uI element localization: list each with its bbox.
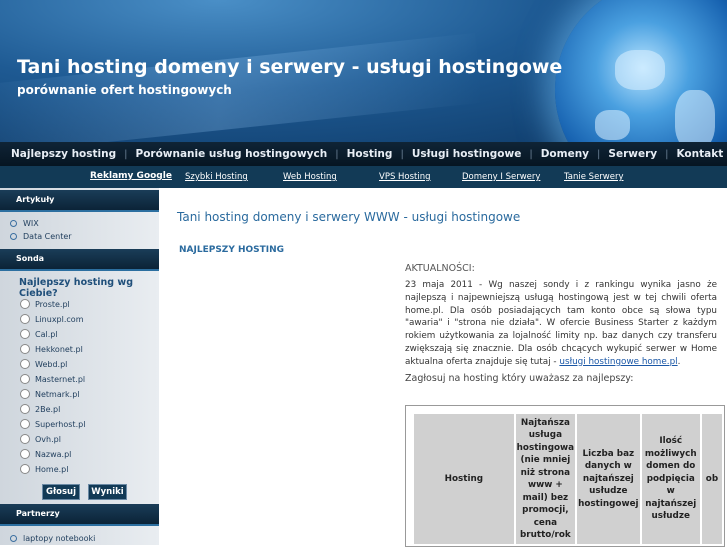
radio-button[interactable] bbox=[20, 359, 30, 369]
sub-nav: Reklamy Google Szybki Hosting Web Hostin… bbox=[0, 166, 727, 188]
nav-najlepszy-hosting[interactable]: Najlepszy hosting bbox=[11, 148, 116, 160]
nav-separator: | bbox=[335, 148, 339, 160]
poll-option[interactable]: Masternet.pl bbox=[20, 374, 85, 384]
nav-separator: | bbox=[400, 148, 404, 160]
radio-button[interactable] bbox=[20, 374, 30, 384]
table-header-domains: Ilość możliwych domen do podpięcia w naj… bbox=[641, 414, 700, 544]
subnav-domeny-i-serwery[interactable]: Domeny I Serwery bbox=[462, 172, 540, 182]
sidebar-header-label: Sonda bbox=[16, 254, 45, 263]
poll-option[interactable]: Webd.pl bbox=[20, 359, 67, 369]
nav-porownanie[interactable]: Porównanie usług hostingowych bbox=[136, 148, 328, 160]
comparison-table: Hosting Najtańsza usługa hostingowa (nie… bbox=[412, 412, 724, 546]
page-title: Tani hosting domeny i serwery WWW - usłu… bbox=[177, 210, 521, 224]
results-button[interactable]: Wyniki bbox=[88, 484, 127, 500]
news-heading: AKTUALNOŚCI: bbox=[405, 263, 475, 274]
nav-uslugi-hostingowe[interactable]: Usługi hostingowe bbox=[412, 148, 522, 160]
radio-button[interactable] bbox=[20, 299, 30, 309]
poll-option[interactable]: Superhost.pl bbox=[20, 419, 85, 429]
poll-question: Najlepszy hosting wg Ciebie? bbox=[19, 277, 133, 299]
subnav-vps-hosting[interactable]: VPS Hosting bbox=[379, 172, 431, 182]
radio-button[interactable] bbox=[20, 389, 30, 399]
comparison-table-frame: Hosting Najtańsza usługa hostingowa (nie… bbox=[405, 405, 725, 547]
sidebar-header-poll: Sonda bbox=[0, 249, 159, 271]
article-link-wix[interactable]: WIX bbox=[10, 219, 39, 228]
radio-button[interactable] bbox=[20, 464, 30, 474]
radio-button[interactable] bbox=[20, 419, 30, 429]
sidebar: Artykuły WIX Data Center Sonda Najlepszy… bbox=[0, 188, 159, 545]
sidebar-header-label: Partnerzy bbox=[16, 509, 60, 518]
globe-image bbox=[555, 0, 727, 142]
subnav-tanie-serwery[interactable]: Tanie Serwery bbox=[564, 172, 624, 182]
poll-option[interactable]: Cal.pl bbox=[20, 329, 58, 339]
nav-serwery[interactable]: Serwery bbox=[608, 148, 657, 160]
vote-button[interactable]: Głosuj bbox=[42, 484, 80, 500]
nav-separator: | bbox=[665, 148, 669, 160]
table-header-more: ob bbox=[701, 414, 722, 544]
radio-button[interactable] bbox=[20, 434, 30, 444]
poll-option[interactable]: Linuxpl.com bbox=[20, 314, 83, 324]
table-header-databases: Liczba baz danych w najtańszej usłudze h… bbox=[577, 414, 640, 544]
site-subtitle: porównanie ofert hostingowych bbox=[17, 83, 232, 97]
nav-kontakt[interactable]: Kontakt bbox=[676, 148, 723, 160]
nav-separator: | bbox=[124, 148, 128, 160]
radio-button[interactable] bbox=[20, 344, 30, 354]
section-title: NAJLEPSZY HOSTING bbox=[179, 245, 285, 255]
nav-separator: | bbox=[529, 148, 533, 160]
radio-button[interactable] bbox=[20, 404, 30, 414]
bullet-icon bbox=[10, 220, 17, 227]
subnav-web-hosting[interactable]: Web Hosting bbox=[283, 172, 337, 182]
main-nav: Najlepszy hosting | Porównanie usług host… bbox=[0, 142, 727, 166]
bullet-icon bbox=[10, 535, 17, 542]
poll-option[interactable]: Ovh.pl bbox=[20, 434, 61, 444]
poll-option[interactable]: Netmark.pl bbox=[20, 389, 80, 399]
poll-option[interactable]: Home.pl bbox=[20, 464, 68, 474]
poll-option[interactable]: Hekkonet.pl bbox=[20, 344, 83, 354]
sidebar-header-label: Artykuły bbox=[16, 195, 55, 204]
sidebar-header-partners: Partnerzy bbox=[0, 504, 159, 526]
sidebar-header-articles: Artykuły bbox=[0, 190, 159, 212]
news-text: 23 maja 2011 - Wg naszej sondy i z ranki… bbox=[405, 280, 717, 367]
poll-option[interactable]: 2Be.pl bbox=[20, 404, 60, 414]
partner-link-laptopy[interactable]: laptopy notebooki bbox=[10, 534, 95, 543]
header-banner: Tani hosting domeny i serwery - usługi h… bbox=[0, 0, 727, 142]
nav-domeny[interactable]: Domeny bbox=[541, 148, 589, 160]
site-title: Tani hosting domeny i serwery - usługi h… bbox=[17, 56, 563, 78]
article-link-data-center[interactable]: Data Center bbox=[10, 232, 72, 241]
bullet-icon bbox=[10, 233, 17, 240]
radio-button[interactable] bbox=[20, 449, 30, 459]
subnav-reklamy-google[interactable]: Reklamy Google bbox=[90, 171, 172, 181]
radio-button[interactable] bbox=[20, 314, 30, 324]
nav-hosting[interactable]: Hosting bbox=[347, 148, 393, 160]
poll-option[interactable]: Proste.pl bbox=[20, 299, 70, 309]
table-header-price: Najtańsza usługa hostingowa (nie mniej n… bbox=[515, 414, 576, 544]
subnav-szybki-hosting[interactable]: Szybki Hosting bbox=[185, 172, 248, 182]
poll-option[interactable]: Nazwa.pl bbox=[20, 449, 71, 459]
table-header-hosting: Hosting bbox=[414, 414, 514, 544]
news-link-home-pl[interactable]: usługi hostingowe home.pl bbox=[559, 357, 677, 367]
vote-prompt: Zagłosuj na hosting który uważasz za naj… bbox=[405, 373, 634, 384]
radio-button[interactable] bbox=[20, 329, 30, 339]
nav-separator: | bbox=[597, 148, 601, 160]
